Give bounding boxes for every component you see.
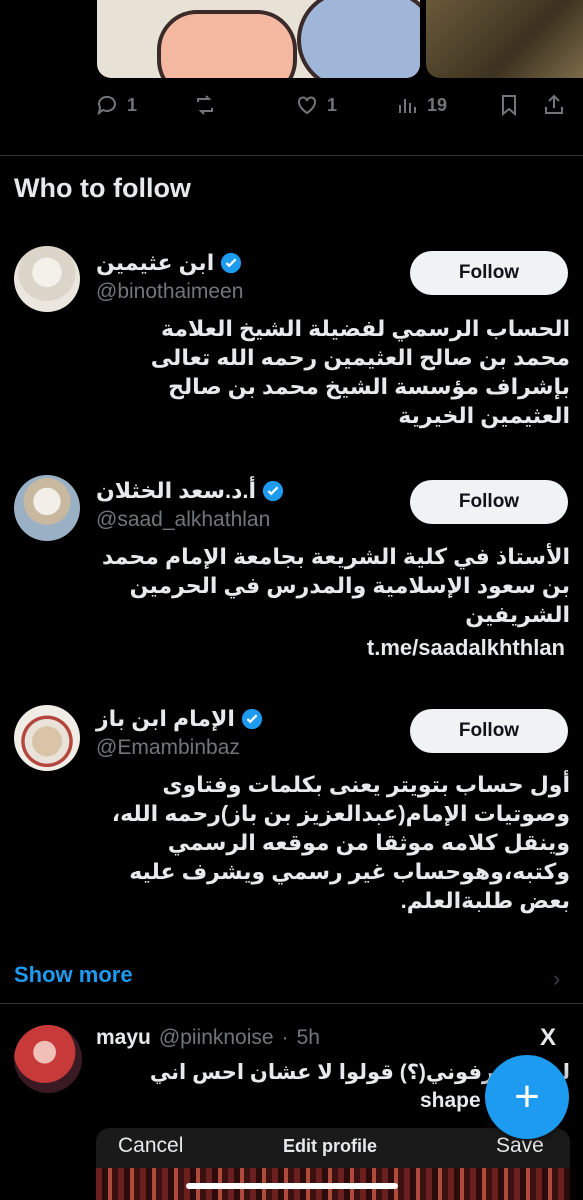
show-more-link[interactable]: Show more <box>14 962 133 988</box>
home-indicator[interactable] <box>186 1183 398 1189</box>
user-handle: @binothaimeen <box>96 280 244 303</box>
user-name[interactable]: أ.د.سعد الخثلان <box>96 478 256 504</box>
tweet-text-line2: shape <box>420 1089 481 1112</box>
share-icon <box>545 94 563 114</box>
embedded-title-text: Edit profile <box>283 1136 377 1156</box>
follow-button[interactable]: Follow <box>410 480 568 524</box>
x-logo-icon: X <box>540 1024 557 1051</box>
bio-link[interactable]: t.me/saadalkhthlan <box>367 635 565 661</box>
tweet-header: mayu @piinknoise · 5h <box>96 1026 320 1050</box>
tweet-media-strip[interactable] <box>0 0 583 80</box>
tweet-action-bar: 1 1 19 <box>95 88 575 122</box>
who-to-follow-heading: Who to follow <box>14 173 191 203</box>
views-button[interactable]: 19 <box>395 93 447 117</box>
share-button[interactable] <box>542 93 566 117</box>
tweet-media-image-1[interactable] <box>97 0 420 78</box>
views-count: 19 <box>427 94 448 115</box>
tweet-time: 5h <box>296 1026 320 1049</box>
views-icon <box>399 99 416 113</box>
reply-button[interactable]: 1 <box>95 93 137 117</box>
user-name[interactable]: ابن عثيمين <box>96 250 214 276</box>
bio-line: بن سعود الإسلامية والمدرس في الحرمين <box>129 573 570 598</box>
bookmark-icon <box>502 95 516 117</box>
retweet-button[interactable] <box>193 93 217 117</box>
user-bio: أول حساب بتويتر يعنى بكلمات وفتاوى وصوتي… <box>96 770 570 915</box>
user-bio: الأستاذ في كلية الشريعة بجامعة الإمام مح… <box>96 542 570 629</box>
like-count: 1 <box>327 94 338 115</box>
avatar[interactable] <box>14 705 80 771</box>
retweet-icon <box>197 95 213 115</box>
avatar[interactable] <box>14 246 80 312</box>
bio-line: العثيمين الخيرية <box>398 403 570 428</box>
bio-line: بإشراف مؤسسة الشيخ محمد بن صالح <box>168 374 570 399</box>
tweet-media-image[interactable]: Cancel Edit profile Save <box>96 1128 570 1200</box>
tweet-author-name[interactable]: mayu <box>96 1026 151 1050</box>
verified-badge-icon <box>241 708 263 730</box>
divider <box>0 155 583 156</box>
bookmark-button[interactable] <box>497 93 521 117</box>
bio-line: محمد بن صالح العثيمين رحمه الله تعالى <box>150 345 570 370</box>
bio-line: وكتبه،وهوحساب غير رسمي ويشرف عليه <box>129 859 570 884</box>
tweet-author-handle: @piinknoise <box>158 1026 274 1049</box>
bio-line: بعض طلبةالعلم. <box>400 888 570 913</box>
embedded-cancel-text: Cancel <box>118 1134 184 1157</box>
heart-icon <box>298 96 316 115</box>
verified-badge-icon <box>221 252 242 274</box>
follow-button[interactable]: Follow <box>410 251 568 295</box>
verified-badge-icon <box>262 480 284 502</box>
user-bio: الحساب الرسمي لفضيلة الشيخ العلامة محمد … <box>96 314 570 430</box>
avatar[interactable] <box>14 1025 82 1093</box>
tweet-media-image-2[interactable] <box>426 0 583 78</box>
chevron-right-icon: › <box>553 966 561 991</box>
tweet-separator: · <box>281 1026 289 1049</box>
follow-button[interactable]: Follow <box>410 709 568 753</box>
divider <box>0 1003 583 1004</box>
bio-line: أول حساب بتويتر يعنى بكلمات وفتاوى <box>162 772 570 797</box>
like-button[interactable]: 1 <box>295 93 337 117</box>
bio-line: الشريفين <box>465 602 570 627</box>
bio-line: وصوتيات الإمام(عبدالعزيز بن باز)رحمه الل… <box>111 801 570 826</box>
avatar[interactable] <box>14 475 80 541</box>
user-handle: @saad_alkhathlan <box>96 508 271 531</box>
user-handle: @Emambinbaz <box>96 736 240 759</box>
reply-count: 1 <box>127 94 138 115</box>
bio-line: وينقل كلامه موثقا من موقعه الرسمي <box>167 830 570 855</box>
bio-line: الأستاذ في كلية الشريعة بجامعة الإمام مح… <box>101 544 570 569</box>
bio-line: الحساب الرسمي لفضيلة الشيخ العلامة <box>161 316 570 341</box>
user-name[interactable]: الإمام ابن باز <box>96 706 235 732</box>
reply-icon <box>97 95 116 116</box>
compose-post-button[interactable]: + <box>485 1055 569 1139</box>
